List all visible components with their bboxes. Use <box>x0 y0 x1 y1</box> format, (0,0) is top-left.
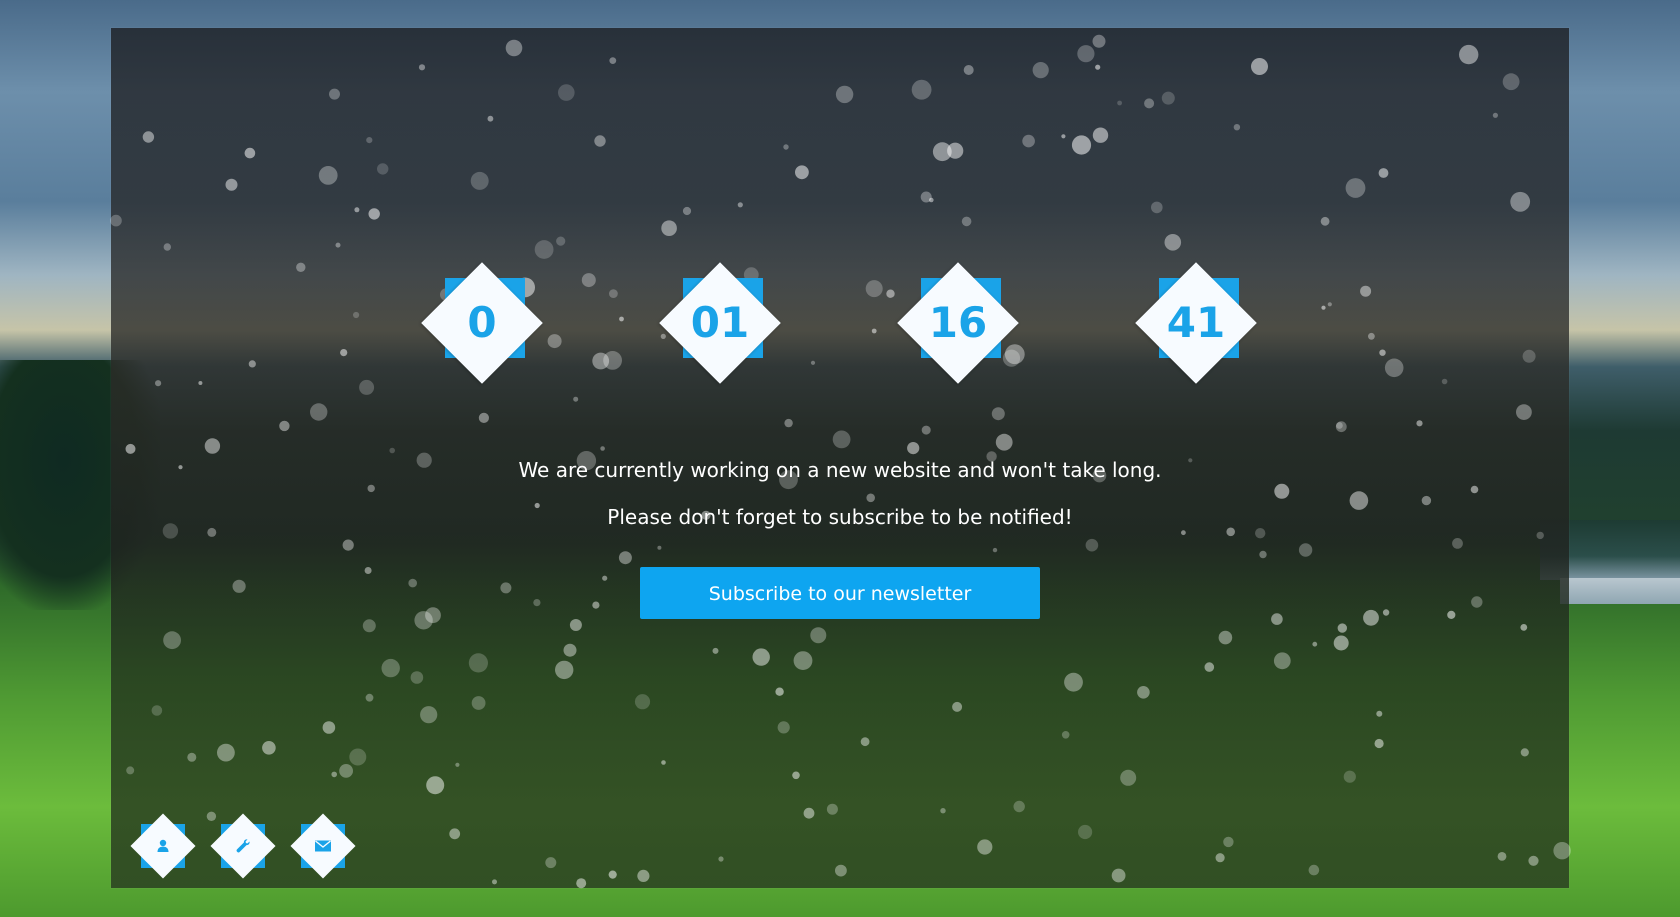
envelope-icon <box>289 812 357 880</box>
message-line-2: Please don't forget to subscribe to be n… <box>607 505 1073 529</box>
countdown-days: 0 <box>421 262 543 384</box>
message-line-1: We are currently working on a new websit… <box>518 458 1162 482</box>
wrench-icon <box>209 812 277 880</box>
countdown-hours: 01 <box>659 262 781 384</box>
background-water <box>1560 578 1680 604</box>
countdown-seconds-value: 41 <box>1166 298 1226 347</box>
user-icon <box>129 812 197 880</box>
countdown-hours-value: 01 <box>690 298 750 347</box>
countdown-minutes: 16 <box>897 262 1019 384</box>
social-user-button[interactable] <box>129 812 197 880</box>
social-tools-button[interactable] <box>209 812 277 880</box>
countdown-timer: 0 01 16 41 <box>0 262 1680 384</box>
subscribe-button[interactable]: Subscribe to our newsletter <box>640 567 1040 619</box>
countdown-days-value: 0 <box>467 298 497 347</box>
countdown-minutes-value: 16 <box>928 298 988 347</box>
countdown-seconds: 41 <box>1135 262 1257 384</box>
social-contact-button[interactable] <box>289 812 357 880</box>
page-background: 0 01 16 41 We are currently working on a… <box>0 0 1680 917</box>
